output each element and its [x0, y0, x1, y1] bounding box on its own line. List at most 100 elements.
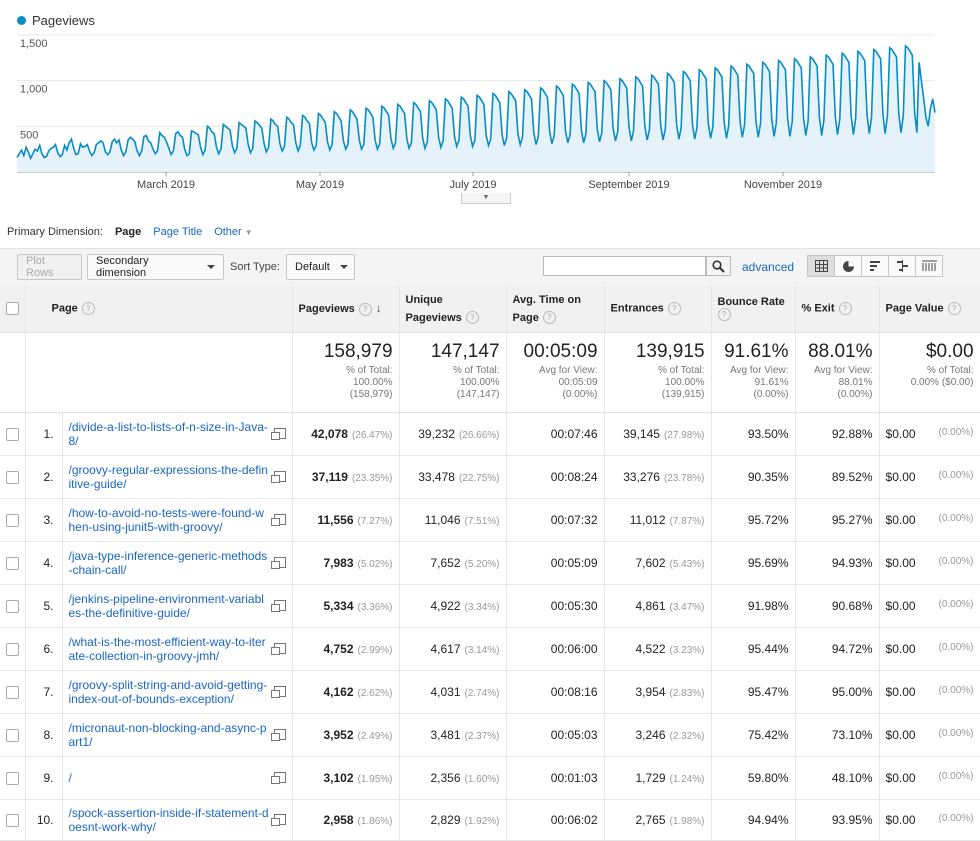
view-pie-button[interactable] [834, 255, 862, 277]
secondary-dimension-dropdown[interactable]: Secondary dimension [87, 254, 224, 280]
plot-rows-button[interactable]: Plot Rows [17, 254, 82, 280]
row-page-value: $0.00 (0.00%) [879, 584, 980, 628]
view-comparison-button[interactable] [888, 255, 916, 277]
row-page-value: $0.00 (0.00%) [879, 713, 980, 757]
row-avg-time: 00:05:30 [506, 584, 605, 628]
row-checkbox[interactable] [6, 728, 19, 742]
page-link[interactable]: /jenkins-pipeline-environment-variables-… [69, 592, 270, 620]
page-link[interactable]: /groovy-split-string-and-avoid-getting-i… [69, 678, 270, 706]
open-external-icon[interactable] [270, 471, 286, 483]
chart-collapse-toggle[interactable]: ▼ [461, 193, 511, 204]
row-rank: 7. [25, 670, 63, 714]
help-icon[interactable]: ? [667, 302, 681, 316]
page-link[interactable]: /java-type-inference-generic-methods-cha… [69, 549, 270, 577]
pageviews-chart: 1,500 1,000 500 March 2019 May 2019 July 2019… [0, 0, 980, 205]
page-link[interactable]: /groovy-regular-expressions-the-definiti… [69, 463, 270, 491]
row-unique-pageviews: 11,046 (7.51%) [399, 498, 507, 542]
row-checkbox[interactable] [6, 427, 19, 441]
help-icon[interactable]: ? [358, 303, 372, 317]
row-checkbox[interactable] [6, 513, 19, 527]
row-page-cell: /jenkins-pipeline-environment-variables-… [62, 584, 293, 628]
row-page-cell: /divide-a-list-to-lists-of-n-size-in-Jav… [62, 412, 293, 456]
total-page-value: $0.00% of Total: 0.00% ($0.00) [879, 332, 980, 413]
row-checkbox[interactable] [6, 470, 19, 484]
row-rank: 6. [25, 627, 63, 671]
dimension-page[interactable]: Page [115, 226, 141, 238]
row-unique-pageviews: 4,617 (3.14%) [399, 627, 507, 671]
open-external-icon[interactable] [270, 428, 286, 440]
open-external-icon[interactable] [270, 557, 286, 569]
view-table-button[interactable] [807, 255, 835, 277]
search-button[interactable] [706, 256, 731, 276]
legend-label: Pageviews [32, 13, 95, 28]
open-external-icon[interactable] [270, 514, 286, 526]
sort-type-label: Sort Type: [230, 261, 280, 273]
view-performance-button[interactable] [861, 255, 889, 277]
sort-type-dropdown[interactable]: Default [286, 254, 355, 280]
row-avg-time: 00:07:32 [506, 498, 605, 542]
report-table: Page? Pageviews? ↓ Unique Pageviews? Avg.… [0, 286, 980, 841]
y-tick-label: 1,500 [20, 38, 48, 50]
row-checkbox-cell [0, 498, 26, 542]
row-exit: 73.10% [795, 713, 880, 757]
page-link[interactable]: /divide-a-list-to-lists-of-n-size-in-Jav… [69, 420, 270, 448]
row-unique-pageviews: 4,031 (2.74%) [399, 670, 507, 714]
select-all-checkbox[interactable] [6, 302, 19, 316]
row-exit: 90.68% [795, 584, 880, 628]
dimension-other[interactable]: Other ▼ [214, 226, 253, 238]
help-icon[interactable]: ? [838, 302, 852, 316]
table-row: 5./jenkins-pipeline-environment-variable… [0, 584, 980, 628]
open-external-icon[interactable] [270, 600, 286, 612]
row-checkbox-cell [0, 627, 26, 671]
dimension-page-title[interactable]: Page Title [153, 226, 202, 238]
open-external-icon[interactable] [270, 643, 286, 655]
row-avg-time: 00:06:02 [506, 799, 605, 841]
row-rank: 5. [25, 584, 63, 628]
x-tick-label: March 2019 [137, 179, 195, 191]
page-link[interactable]: /how-to-avoid-no-tests-were-found-when-u… [69, 506, 270, 534]
row-exit: 95.00% [795, 670, 880, 714]
y-tick-label: 1,000 [20, 84, 48, 96]
page-link[interactable]: /what-is-the-most-efficient-way-to-itera… [69, 635, 270, 663]
open-external-icon[interactable] [270, 814, 286, 826]
row-checkbox-cell [0, 455, 26, 499]
view-pivot-button[interactable] [915, 255, 943, 277]
row-checkbox[interactable] [6, 813, 19, 827]
header-unique-pageviews[interactable]: Unique Pageviews? [399, 286, 507, 333]
open-external-icon[interactable] [270, 729, 286, 741]
page-link[interactable]: /micronaut-non-blocking-and-async-part1/ [69, 721, 270, 749]
open-external-icon[interactable] [270, 772, 286, 784]
header-exit[interactable]: % Exit? [795, 286, 880, 333]
row-checkbox[interactable] [6, 642, 19, 656]
help-icon[interactable]: ? [947, 302, 961, 316]
row-checkbox[interactable] [6, 685, 19, 699]
row-page-value: $0.00 (0.00%) [879, 541, 980, 585]
row-checkbox[interactable] [6, 599, 19, 613]
row-bounce-rate: 59.80% [711, 756, 796, 800]
help-icon[interactable]: ? [81, 302, 95, 316]
header-bounce-rate[interactable]: Bounce Rate? [711, 286, 796, 333]
help-icon[interactable]: ? [465, 311, 479, 325]
row-unique-pageviews: 3,481 (2.37%) [399, 713, 507, 757]
row-pageviews: 4,752 (2.99%) [292, 627, 400, 671]
header-pageviews[interactable]: Pageviews? ↓ [292, 286, 400, 333]
row-checkbox[interactable] [6, 771, 19, 785]
header-entrances[interactable]: Entrances? [604, 286, 712, 333]
row-checkbox[interactable] [6, 556, 19, 570]
row-page-value: $0.00 (0.00%) [879, 412, 980, 456]
table-search-input[interactable] [543, 256, 706, 276]
primary-dimension-bar: Primary Dimension: Page Page Title Other… [7, 226, 253, 238]
row-avg-time: 00:01:03 [506, 756, 605, 800]
advanced-filter-link[interactable]: advanced [742, 260, 794, 274]
row-entrances: 33,276 (23.78%) [604, 455, 712, 499]
help-icon[interactable]: ? [717, 308, 731, 322]
open-external-icon[interactable] [270, 686, 286, 698]
row-pageviews: 3,102 (1.95%) [292, 756, 400, 800]
page-link[interactable]: /spock-assertion-inside-if-statement-doe… [69, 806, 270, 834]
header-page[interactable]: Page? [25, 286, 293, 333]
page-link[interactable]: / [69, 771, 72, 785]
header-avg-time[interactable]: Avg. Time on Page? [506, 286, 605, 333]
row-page-cell: /groovy-regular-expressions-the-definiti… [62, 455, 293, 499]
header-page-value[interactable]: Page Value? [879, 286, 980, 333]
help-icon[interactable]: ? [542, 311, 556, 325]
